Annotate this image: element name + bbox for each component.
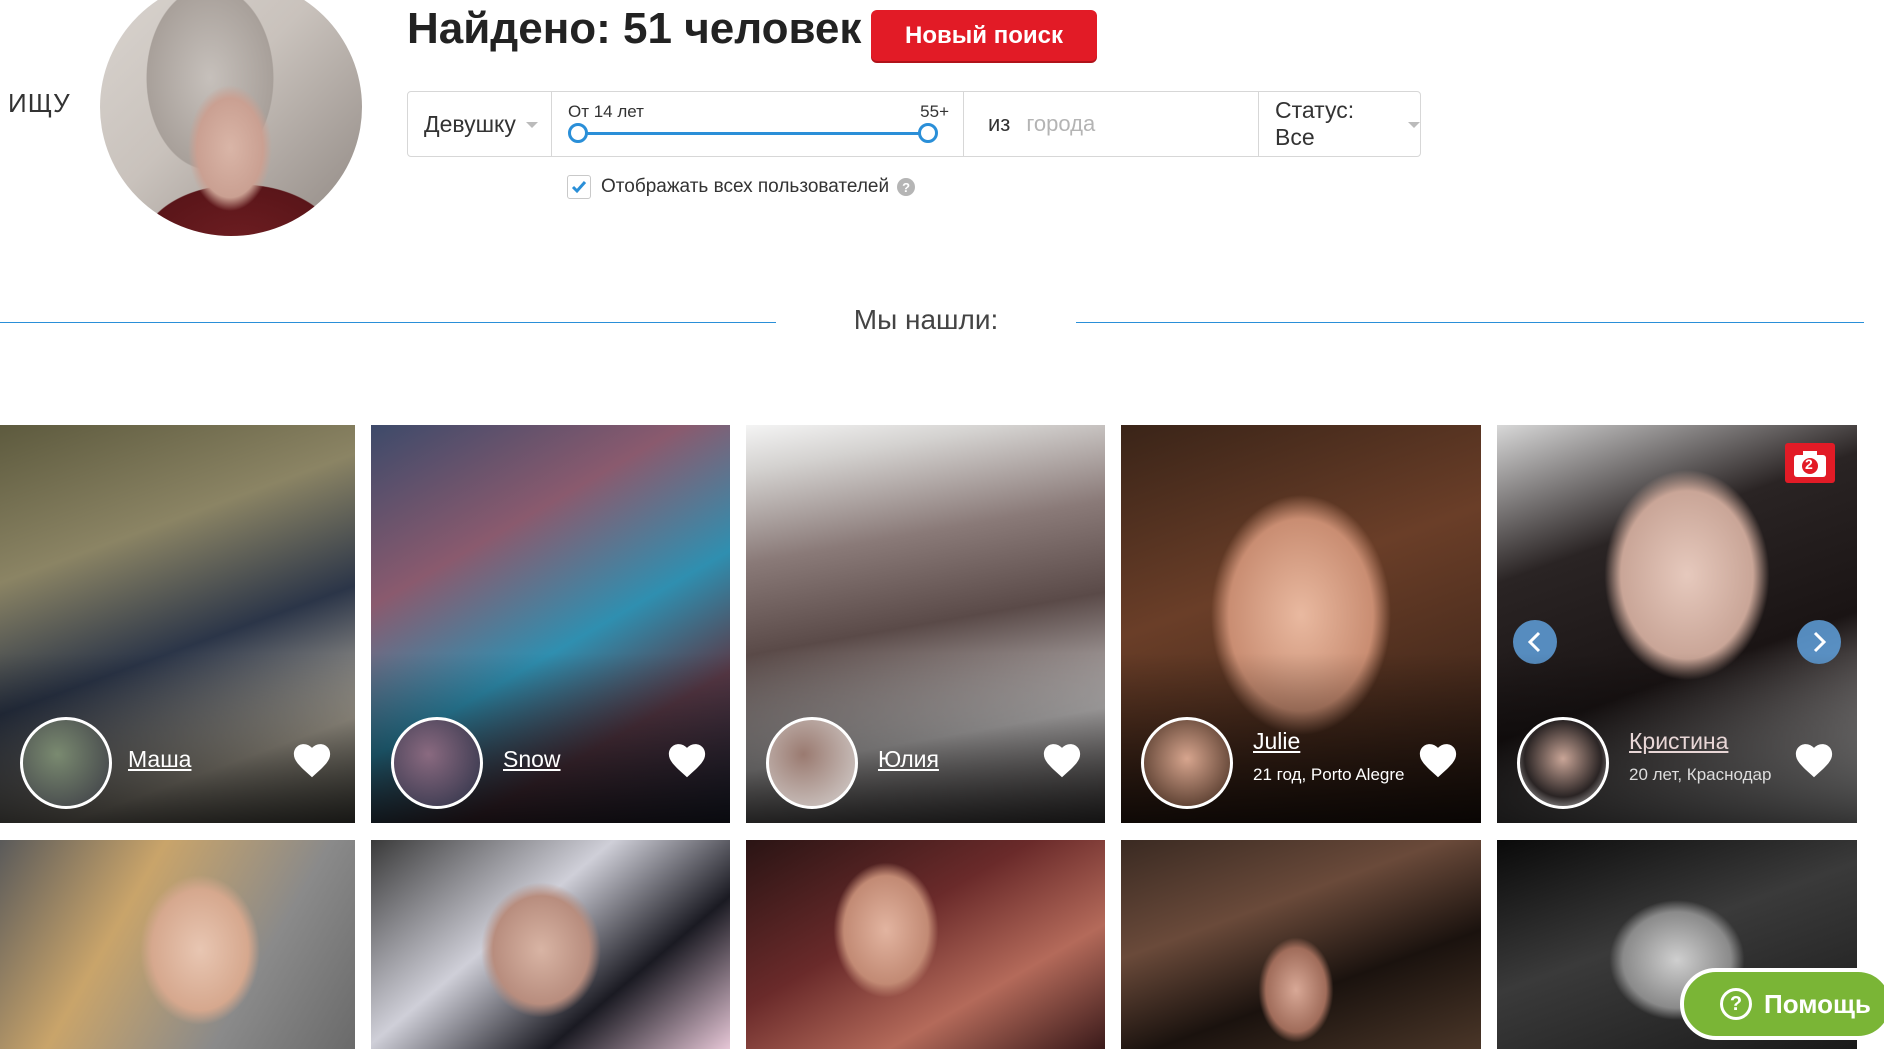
card-avatar[interactable] (766, 717, 858, 809)
chevron-down-icon (1408, 122, 1420, 128)
new-search-button[interactable]: Новый поиск (871, 10, 1097, 61)
card-name-link[interactable]: Кристина (1629, 728, 1728, 755)
age-to-label: 55+ (920, 102, 949, 121)
photo-count-value: 2 (1805, 456, 1813, 472)
age-max-handle[interactable] (918, 123, 938, 143)
profile-card[interactable]: Юлия (746, 425, 1105, 823)
card-name-link[interactable]: Юлия (878, 746, 939, 773)
card-name-link[interactable]: Маша (128, 746, 191, 773)
show-all-users-checkbox[interactable] (567, 175, 591, 199)
heart-icon[interactable] (666, 741, 708, 779)
divider-right (1076, 322, 1864, 323)
age-range-slider[interactable]: От 14 лет 55+ (552, 92, 964, 156)
profile-card[interactable] (0, 840, 355, 1049)
age-min-handle[interactable] (568, 123, 588, 143)
chevron-left-icon (1527, 631, 1541, 653)
chevron-down-icon (525, 122, 538, 128)
city-prefix-label: из (988, 111, 1011, 136)
card-name-link[interactable]: Julie (1253, 728, 1300, 755)
card-avatar[interactable] (1517, 717, 1609, 809)
divider-left (0, 322, 776, 323)
profile-card[interactable]: Snow (371, 425, 730, 823)
city-input[interactable] (1024, 110, 1239, 138)
profile-card[interactable]: Julie 21 год, Porto Alegre (1121, 425, 1481, 823)
card-avatar[interactable] (391, 717, 483, 809)
card-age-city: 21 год, Porto Alegre (1253, 765, 1405, 784)
section-title: Мы нашли: (853, 304, 999, 335)
status-select-value: Статус: Все (1275, 97, 1355, 150)
profile-avatar[interactable] (100, 0, 362, 236)
search-filter-bar: Девушку От 14 лет 55+ из Статус: Все (407, 91, 1421, 157)
help-button-label: Помощь (1764, 988, 1871, 1019)
help-button[interactable]: ? Помощь (1680, 968, 1884, 1040)
card-avatar[interactable] (1141, 717, 1233, 809)
seeking-label: ИЩУ (8, 88, 71, 118)
city-field[interactable]: из (964, 92, 1259, 156)
gender-select-value: Девушку (424, 110, 516, 137)
results-count-title: Найдено: 51 человек (407, 4, 862, 53)
help-icon: ? (1720, 988, 1752, 1020)
card-name-link[interactable]: Snow (503, 746, 561, 773)
card-avatar[interactable] (20, 717, 112, 809)
age-from-label: От 14 лет (568, 102, 644, 121)
checkmark-icon (571, 181, 587, 194)
help-tooltip-icon[interactable]: ? (897, 178, 916, 196)
chevron-right-icon (1813, 631, 1827, 653)
heart-icon[interactable] (1793, 741, 1835, 779)
photo-count-badge: 2 (1785, 443, 1835, 483)
show-all-users-label: Отображать всех пользователей (601, 176, 890, 197)
profile-card[interactable] (1121, 840, 1481, 1049)
profile-card[interactable]: Маша (0, 425, 355, 823)
profile-card[interactable] (371, 840, 730, 1049)
heart-icon[interactable] (291, 741, 333, 779)
gender-select[interactable]: Девушку (408, 92, 552, 156)
profile-card[interactable]: 2 Кристина 20 лет, Краснодар (1497, 425, 1857, 823)
heart-icon[interactable] (1417, 741, 1459, 779)
status-select[interactable]: Статус: Все (1259, 92, 1420, 156)
heart-icon[interactable] (1041, 741, 1083, 779)
age-slider-track (576, 132, 926, 135)
show-all-users-option: Отображать всех пользователей ? (567, 175, 916, 199)
card-age-city: 20 лет, Краснодар (1629, 765, 1772, 784)
profile-card[interactable] (746, 840, 1105, 1049)
